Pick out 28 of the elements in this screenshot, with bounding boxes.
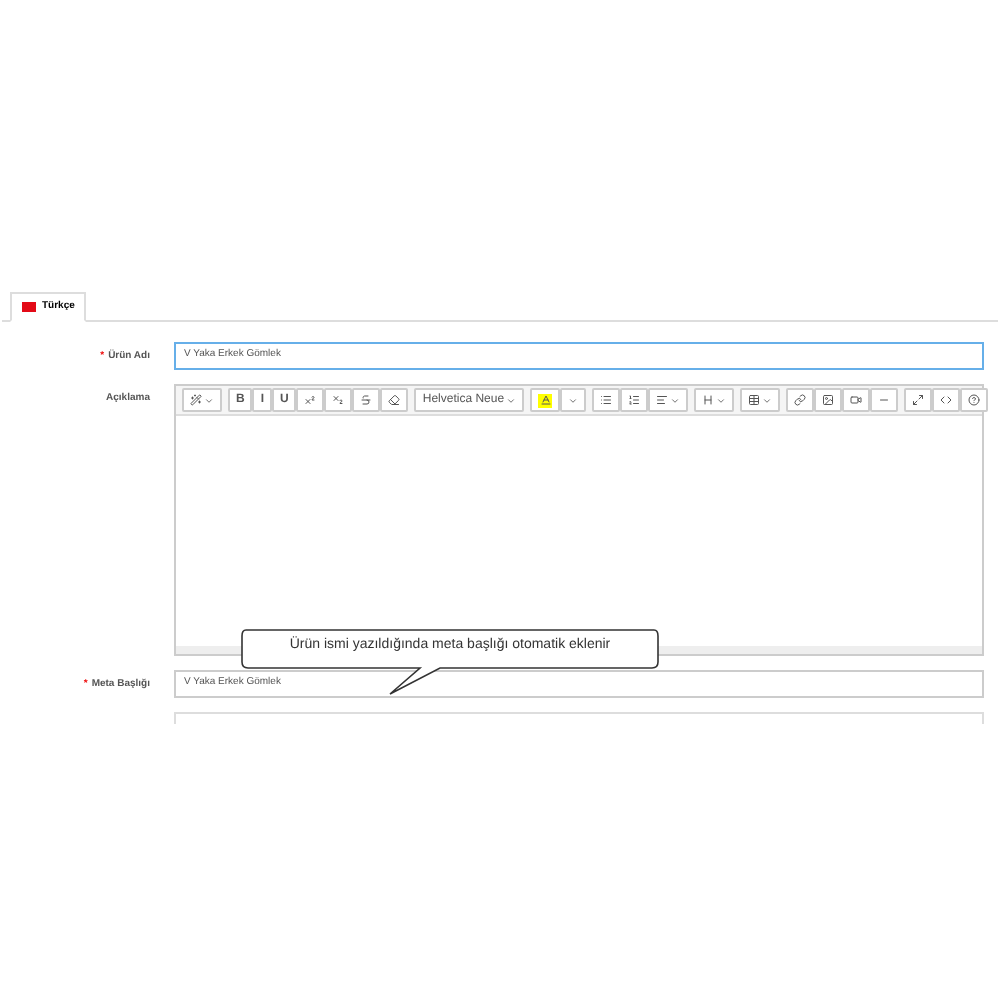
wand-icon [190, 394, 202, 406]
text-height-icon [702, 394, 715, 406]
eraser-icon [388, 394, 401, 406]
toolbar-button[interactable] [380, 388, 409, 412]
subscript-icon [332, 394, 345, 406]
superscript-icon [304, 394, 317, 406]
image-icon [822, 394, 835, 406]
link-icon [794, 394, 807, 406]
video-icon [850, 394, 863, 406]
flag-icon [22, 302, 36, 312]
toolbar-button[interactable] [814, 388, 843, 412]
code-icon [940, 394, 953, 406]
color-button[interactable] [530, 388, 561, 412]
toolbar-button[interactable] [904, 388, 933, 412]
caret-icon [568, 395, 579, 405]
numbered-list-icon [628, 394, 641, 406]
toolbar-button[interactable] [740, 388, 781, 412]
toolbar-button[interactable] [786, 388, 815, 412]
align-icon [656, 394, 669, 406]
strikethrough-icon [360, 394, 373, 406]
toolbar-button[interactable] [592, 388, 621, 412]
toolbar-button[interactable] [960, 388, 989, 412]
help-icon [968, 394, 981, 406]
table-icon [748, 394, 761, 406]
bullet-list-icon [600, 394, 613, 406]
color-a-icon [538, 393, 553, 407]
toolbar-button[interactable] [620, 388, 649, 412]
horizontal-rule-icon [878, 394, 891, 406]
